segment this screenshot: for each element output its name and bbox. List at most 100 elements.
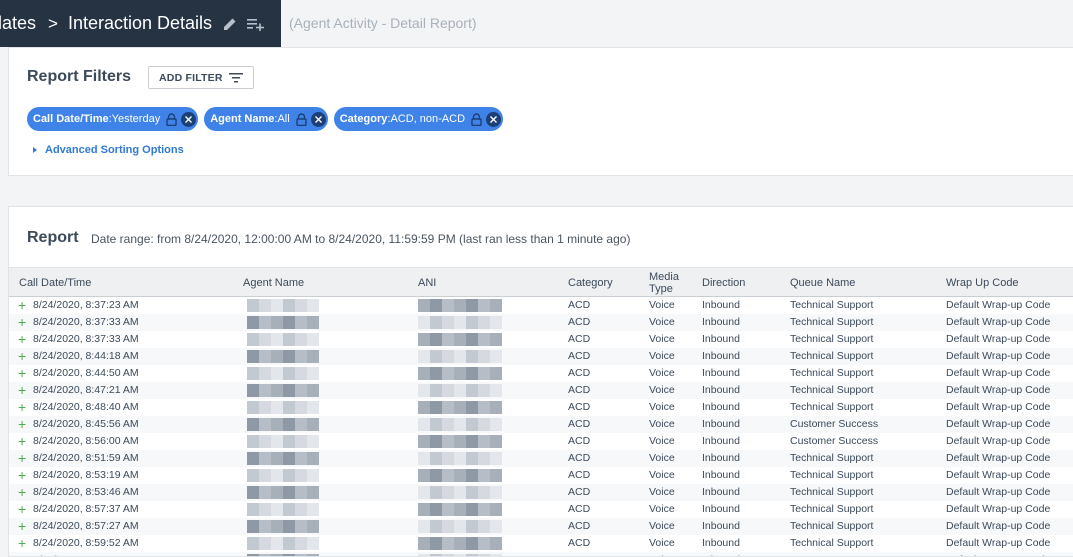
redacted-ani	[454, 486, 466, 499]
table-row[interactable]: +8/24/2020, 8:53:46 AM ACD Voice Inbound Tec…	[9, 484, 1073, 501]
expand-row-plus-icon[interactable]: +	[18, 519, 27, 534]
cell-datetime: 8/24/2020, 8:45:56 AM	[33, 418, 139, 430]
expand-row-plus-icon[interactable]: +	[18, 298, 27, 313]
redacted-ani	[490, 486, 502, 499]
redacted-agent-name	[283, 299, 295, 312]
report-panel: Report Date range: from 8/24/2020, 12:00…	[8, 206, 1073, 557]
add-to-queue-icon[interactable]	[247, 17, 265, 31]
redacted-agent-name	[271, 367, 283, 380]
close-circle-icon[interactable]	[310, 111, 326, 127]
table-row[interactable]: +8/24/2020, 8:56:00 AM ACD Voice Inbound Cus…	[9, 433, 1073, 450]
table-row[interactable]: +8/24/2020, 9:00:33 AM ACD Voice Inbound Cus…	[9, 552, 1073, 557]
cell-category: ACD	[568, 469, 591, 481]
table-row[interactable]: +8/24/2020, 8:51:59 AM ACD Voice Inbound Tec…	[9, 450, 1073, 467]
table-row[interactable]: +8/24/2020, 8:57:37 AM ACD Voice Inbound Tec…	[9, 501, 1073, 518]
redacted-ani	[466, 316, 478, 329]
cell-category: ACD	[568, 299, 591, 311]
advanced-sorting-toggle[interactable]: Advanced Sorting Options	[33, 144, 184, 156]
lock-icon	[295, 112, 307, 126]
cell-media: Voice	[649, 418, 675, 430]
column-header-media-type[interactable]: Media Type	[649, 268, 691, 298]
column-header-ani[interactable]: ANI	[418, 268, 538, 298]
expand-row-plus-icon[interactable]: +	[18, 468, 27, 483]
table-row[interactable]: +8/24/2020, 8:53:19 AM ACD Voice Inbound Tec…	[9, 467, 1073, 484]
page-subtitle: (Agent Activity - Detail Report)	[289, 15, 477, 31]
table-row[interactable]: +8/24/2020, 8:59:52 AM ACD Voice Inbound Tec…	[9, 535, 1073, 552]
expand-row-plus-icon[interactable]: +	[18, 451, 27, 466]
table-row[interactable]: +8/24/2020, 8:44:50 AM ACD Voice Inbound Tec…	[9, 365, 1073, 382]
filter-chip-category[interactable]: Category: ACD, non-ACD	[333, 107, 504, 131]
redacted-agent-name	[271, 452, 283, 465]
redacted-agent-name	[295, 401, 307, 414]
expand-row-plus-icon[interactable]: +	[18, 383, 27, 398]
redacted-ani	[442, 367, 454, 380]
column-header-direction[interactable]: Direction	[702, 268, 782, 298]
redacted-agent-name	[247, 520, 259, 533]
expand-row-plus-icon[interactable]: +	[18, 434, 27, 449]
redacted-ani	[442, 435, 454, 448]
cell-datetime: 8/24/2020, 8:48:40 AM	[33, 401, 139, 413]
expand-row-plus-icon[interactable]: +	[18, 349, 27, 364]
breadcrumb-parent[interactable]: lates	[0, 13, 36, 34]
column-header-category[interactable]: Category	[568, 268, 638, 298]
redacted-ani	[454, 333, 466, 346]
cell-media: Voice	[649, 520, 675, 532]
add-filter-button[interactable]: ADD FILTER	[148, 66, 254, 89]
redacted-ani	[418, 469, 430, 482]
cell-category: ACD	[568, 452, 591, 464]
redacted-ani	[478, 333, 490, 346]
edit-pencil-icon[interactable]	[223, 17, 237, 31]
redacted-agent-name	[295, 452, 307, 465]
table-row[interactable]: +8/24/2020, 8:47:21 AM ACD Voice Inbound Tec…	[9, 382, 1073, 399]
table-row[interactable]: +8/24/2020, 8:37:23 AM ACD Voice Inbound Tec…	[9, 297, 1073, 314]
redacted-ani	[466, 367, 478, 380]
expand-row-plus-icon[interactable]: +	[18, 417, 27, 432]
table-row[interactable]: +8/24/2020, 8:48:40 AM ACD Voice Inbound Tec…	[9, 399, 1073, 416]
filter-chip-call-date[interactable]: Call Date/Time: Yesterday	[27, 107, 199, 131]
expand-row-plus-icon[interactable]: +	[18, 485, 27, 500]
close-circle-icon[interactable]	[181, 111, 197, 127]
cell-datetime: 8/24/2020, 8:37:33 AM	[33, 333, 139, 345]
redacted-ani	[478, 299, 490, 312]
column-header-call-date[interactable]: Call Date/Time	[19, 268, 219, 298]
redacted-agent-name	[259, 537, 271, 550]
column-header-wrap-up-code[interactable]: Wrap Up Code	[946, 268, 1073, 298]
filter-chip-agent-name[interactable]: Agent Name: All	[204, 107, 328, 131]
redacted-ani	[442, 316, 454, 329]
redacted-agent-name	[295, 486, 307, 499]
expand-row-plus-icon[interactable]: +	[18, 332, 27, 347]
expand-row-plus-icon[interactable]: +	[18, 502, 27, 517]
expand-row-plus-icon[interactable]: +	[18, 366, 27, 381]
cell-wrap: Default Wrap-up Code	[946, 350, 1051, 362]
expand-row-plus-icon[interactable]: +	[18, 536, 27, 551]
redacted-agent-name	[259, 418, 271, 431]
table-row[interactable]: +8/24/2020, 8:45:56 AM ACD Voice Inbound Cus…	[9, 416, 1073, 433]
redacted-ani	[454, 537, 466, 550]
column-header-queue-name[interactable]: Queue Name	[790, 268, 930, 298]
redacted-agent-name	[307, 367, 319, 380]
redacted-ani	[418, 333, 430, 346]
redacted-agent-name	[295, 350, 307, 363]
redacted-ani	[430, 401, 442, 414]
table-row[interactable]: +8/24/2020, 8:57:27 AM ACD Voice Inbound Tec…	[9, 518, 1073, 535]
redacted-agent-name	[259, 316, 271, 329]
table-row[interactable]: +8/24/2020, 8:44:18 AM ACD Voice Inbound Tec…	[9, 348, 1073, 365]
redacted-ani	[490, 537, 502, 550]
cell-datetime: 8/24/2020, 8:56:00 AM	[33, 435, 139, 447]
redacted-ani	[490, 299, 502, 312]
breadcrumb: lates > Interaction Details	[0, 0, 281, 47]
chip-value: Yesterday	[111, 113, 161, 125]
cell-wrap: Default Wrap-up Code	[946, 486, 1051, 498]
table-row[interactable]: +8/24/2020, 8:37:33 AM ACD Voice Inbound Tec…	[9, 331, 1073, 348]
redacted-agent-name	[247, 537, 259, 550]
expand-row-plus-icon[interactable]: +	[18, 400, 27, 415]
cell-category: ACD	[568, 435, 591, 447]
column-header-agent-name[interactable]: Agent Name	[243, 268, 393, 298]
expand-row-plus-icon[interactable]: +	[18, 553, 27, 557]
close-circle-icon[interactable]	[486, 111, 502, 127]
redacted-ani	[418, 401, 430, 414]
cell-datetime: 8/24/2020, 8:57:27 AM	[33, 520, 139, 532]
table-row[interactable]: +8/24/2020, 8:37:33 AM ACD Voice Inbound Tec…	[9, 314, 1073, 331]
report-title: Report	[27, 229, 79, 246]
expand-row-plus-icon[interactable]: +	[18, 315, 27, 330]
